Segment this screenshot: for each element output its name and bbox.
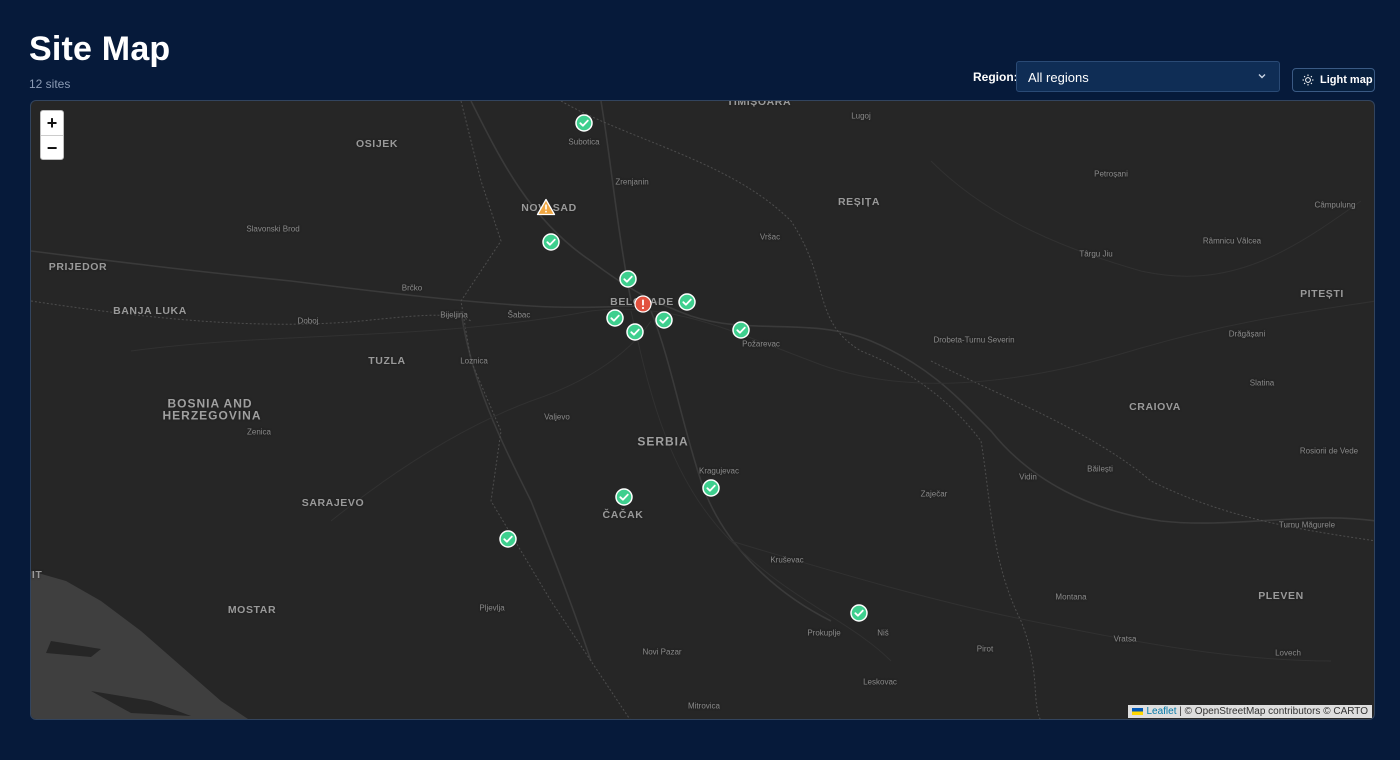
check-circle-icon	[655, 311, 673, 329]
zoom-control: + −	[40, 110, 64, 160]
map-markers	[31, 101, 1374, 719]
site-ok-marker[interactable]	[850, 604, 868, 622]
zoom-out-button[interactable]: −	[41, 136, 63, 160]
warning-triangle-icon	[536, 198, 556, 216]
check-circle-icon	[499, 530, 517, 548]
site-alert-marker[interactable]	[634, 295, 652, 313]
site-ok-marker[interactable]	[702, 479, 720, 497]
check-circle-icon	[575, 114, 593, 132]
attribution-text: | © OpenStreetMap contributors © CARTO	[1179, 706, 1368, 717]
site-ok-marker[interactable]	[678, 293, 696, 311]
leaflet-link[interactable]: Leaflet	[1146, 706, 1176, 717]
site-ok-marker[interactable]	[542, 233, 560, 251]
check-circle-icon	[619, 270, 637, 288]
site-count: 12 sites	[29, 77, 71, 91]
site-ok-marker[interactable]	[499, 530, 517, 548]
check-circle-icon	[678, 293, 696, 311]
page-title: Site Map	[29, 30, 171, 68]
alert-circle-icon	[634, 295, 652, 313]
region-select-value: All regions	[1028, 70, 1089, 85]
site-ok-marker[interactable]	[606, 309, 624, 327]
site-ok-marker[interactable]	[619, 270, 637, 288]
chevron-down-icon	[1258, 74, 1266, 79]
check-circle-icon	[702, 479, 720, 497]
region-label: Region:	[973, 70, 1018, 84]
check-circle-icon	[606, 309, 624, 327]
site-warning-marker[interactable]	[536, 198, 556, 216]
light-map-button[interactable]: Light map	[1292, 68, 1375, 92]
site-map[interactable]: TIMIȘOARA Lugoj OSIJEK Subotica Zrenjanin Pet…	[30, 100, 1375, 720]
site-ok-marker[interactable]	[575, 114, 593, 132]
ukraine-flag-icon	[1132, 707, 1144, 715]
check-circle-icon	[732, 321, 750, 339]
light-map-label: Light map	[1320, 74, 1373, 86]
site-ok-marker[interactable]	[615, 488, 633, 506]
check-circle-icon	[542, 233, 560, 251]
site-ok-marker[interactable]	[626, 323, 644, 341]
sun-icon	[1302, 74, 1314, 86]
zoom-in-button[interactable]: +	[41, 111, 63, 136]
check-circle-icon	[626, 323, 644, 341]
site-ok-marker[interactable]	[732, 321, 750, 339]
region-select[interactable]: All regions	[1016, 61, 1280, 92]
site-ok-marker[interactable]	[655, 311, 673, 329]
check-circle-icon	[850, 604, 868, 622]
check-circle-icon	[615, 488, 633, 506]
map-attribution: Leaflet | © OpenStreetMap contributors ©…	[1128, 705, 1372, 718]
